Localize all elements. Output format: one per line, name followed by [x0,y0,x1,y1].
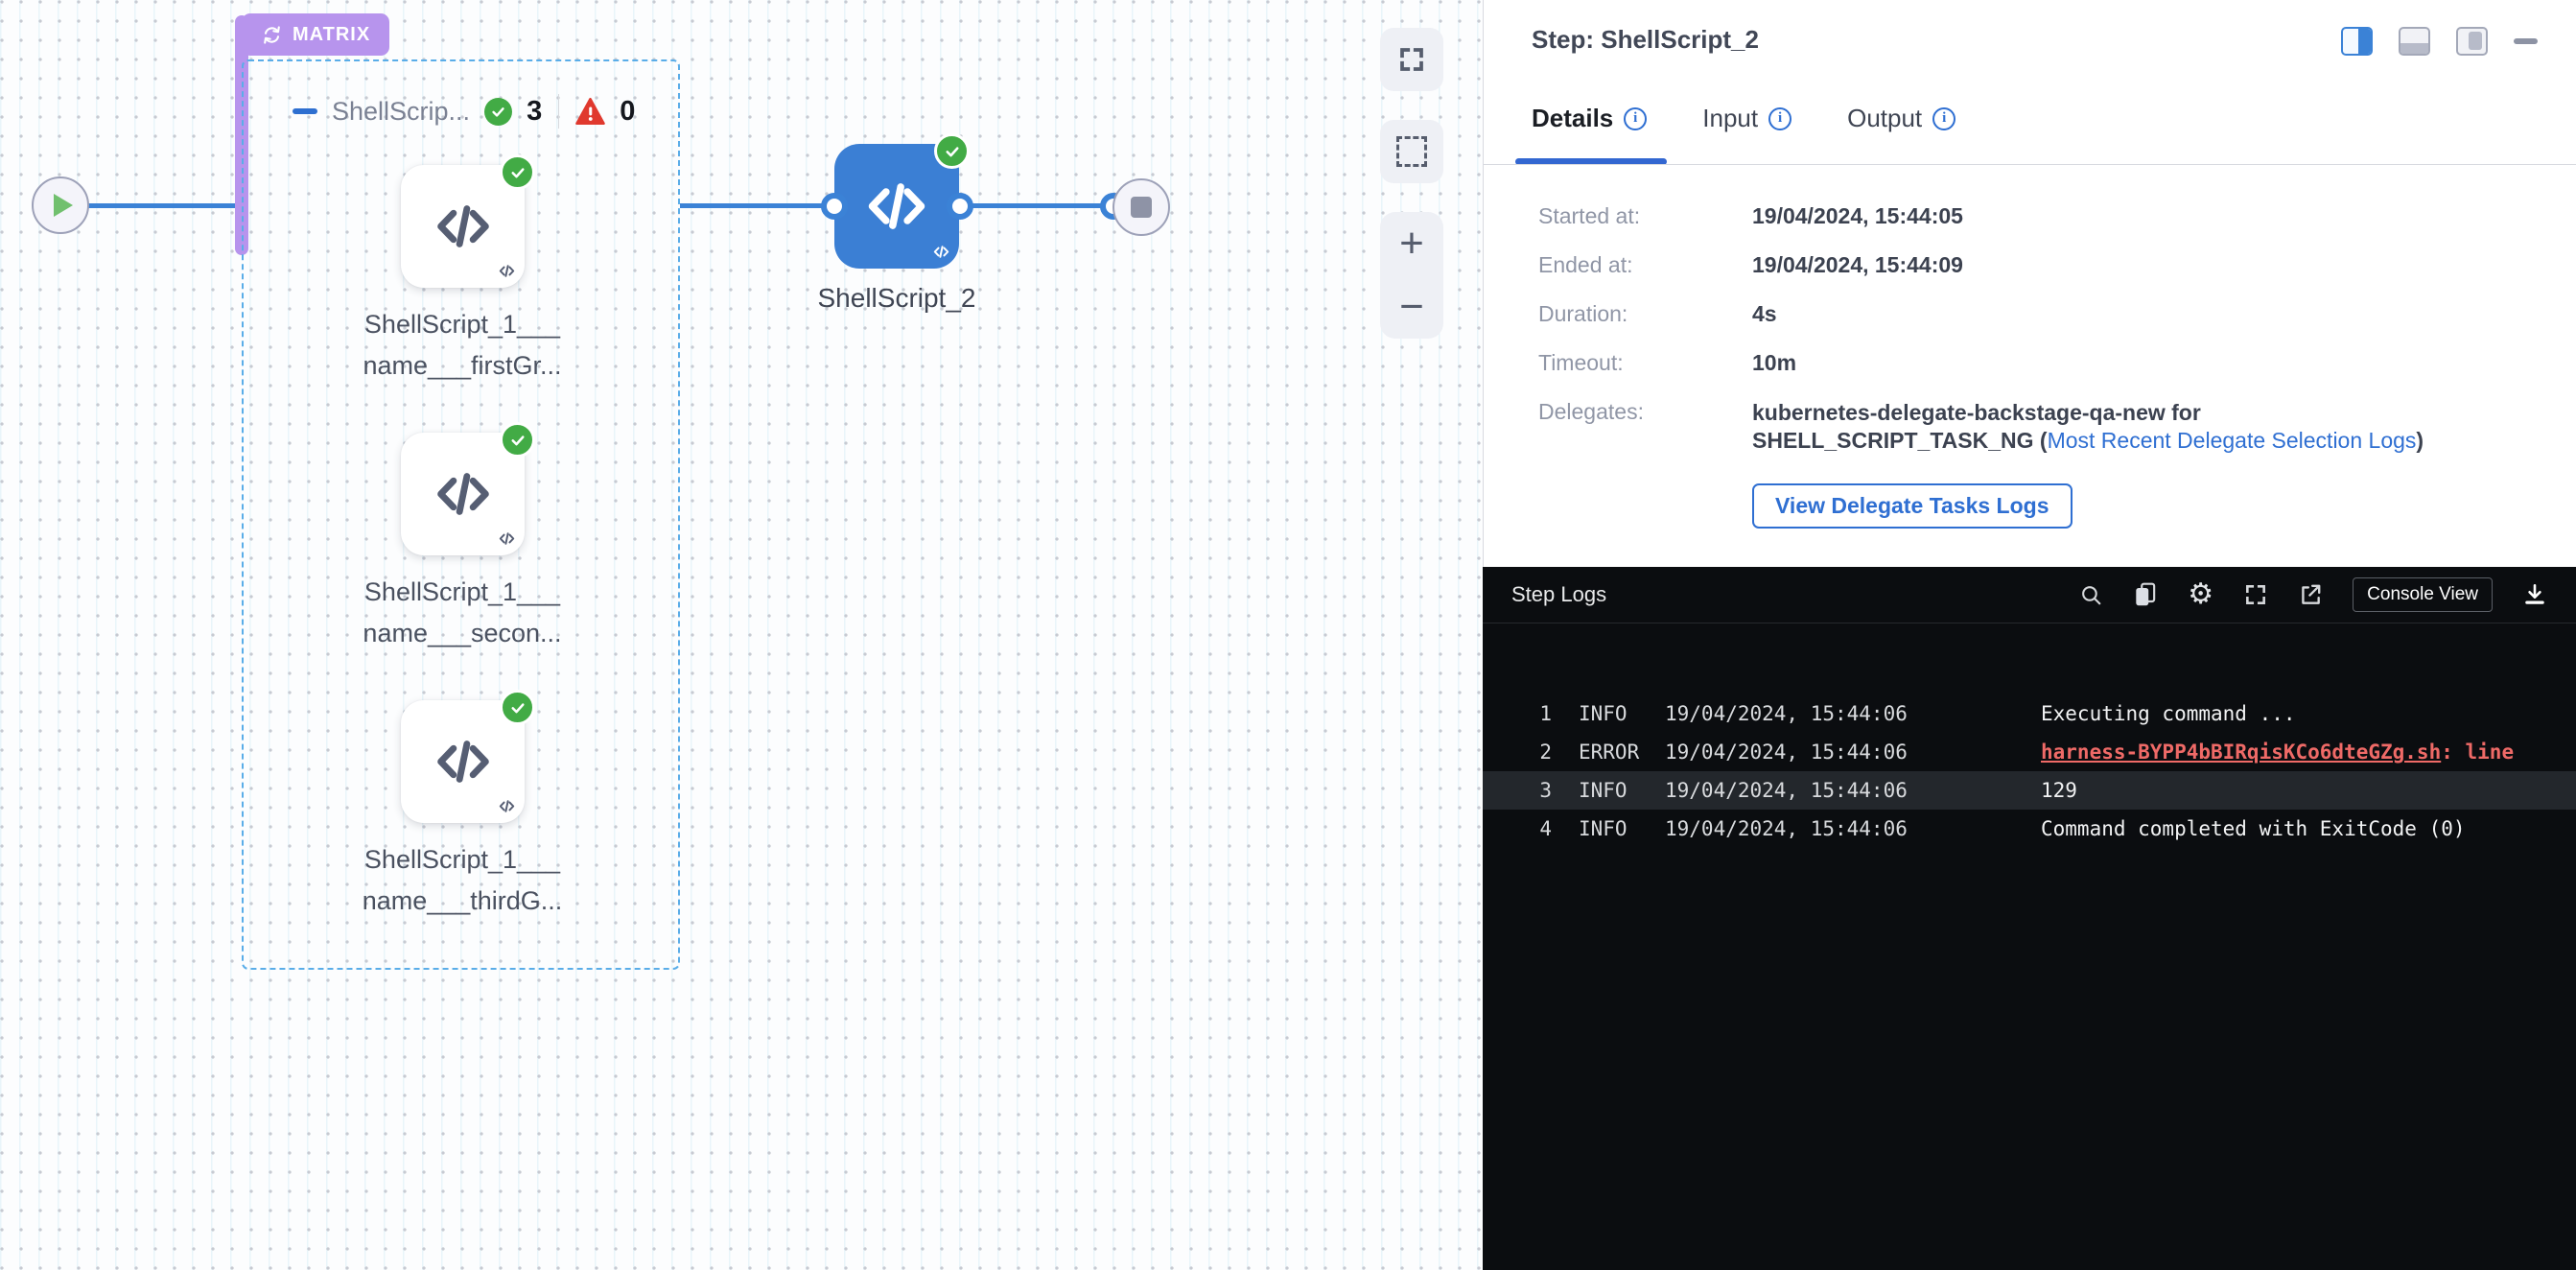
step-logs-console: Step Logs [1483,567,2576,1270]
copy-logs-button[interactable] [2133,581,2158,608]
matrix-tag-label: MATRIX [293,24,370,46]
code-icon [862,172,931,241]
node-success-icon [500,154,535,190]
node-success-icon [500,690,535,725]
node-success-icon [500,422,535,458]
fullscreen-icon [2243,582,2268,607]
expand-logs-button[interactable] [2243,582,2268,607]
panel-layout-controls [2341,27,2538,56]
pipeline-canvas[interactable]: MATRIX ShellScrip... 3 0 [0,0,1483,1270]
shell-script-badge-icon [498,262,516,280]
log-line-3[interactable]: 3 INFO 19/04/2024, 15:44:06 129 [1483,771,2576,810]
detail-row-ended: Ended at: 19/04/2024, 15:44:09 [1538,252,2536,278]
canvas-fullscreen-button[interactable] [1380,28,1443,91]
tab-details[interactable]: Details [1532,104,1647,133]
delegates-value: kubernetes-delegate-backstage-qa-new for… [1752,399,2424,455]
matrix-node-2-label: ShellScript_1___ name___secon... [304,572,621,654]
delegate-selection-logs-link[interactable]: Most Recent Delegate Selection Logs [2048,428,2417,453]
matrix-node-1-label: ShellScript_1___ name___firstGr... [304,304,621,387]
log-line-2[interactable]: 2 ERROR 19/04/2024, 15:44:06 harness-BYP… [1483,733,2576,771]
detail-row-duration: Duration: 4s [1538,301,2536,327]
edge-step-to-end [959,203,1112,208]
shell-script-badge-icon [498,529,516,548]
pipeline-execution-view: MATRIX ShellScrip... 3 0 [0,0,2576,1270]
step-panel-title: Step: ShellScript_2 [1532,25,1759,55]
code-icon [432,195,495,258]
log-lines[interactable]: 1 INFO 19/04/2024, 15:44:06 Executing co… [1483,623,2576,848]
connector-dot[interactable] [947,193,973,220]
matrix-group-header: ShellScrip... 3 0 [293,92,635,130]
stop-icon [1131,197,1152,218]
zoom-out-button[interactable]: − [1380,275,1443,339]
canvas-zoom-control: + − [1380,212,1443,339]
fullscreen-icon [1397,45,1426,74]
matrix-node-2[interactable] [401,433,525,555]
download-icon [2522,582,2547,607]
step-logs-title: Step Logs [1511,582,1606,607]
pipeline-end-node[interactable] [1112,178,1170,236]
log-toolbar: Console View [2079,577,2547,612]
shellscript-2-label: ShellScript_2 [738,283,1055,314]
info-icon[interactable] [1624,107,1647,130]
success-badge-icon [484,98,512,126]
tab-output[interactable]: Output [1847,104,1955,133]
step-logs-header: Step Logs [1483,567,2576,623]
node-success-icon [934,133,970,169]
code-icon [432,462,495,526]
bottom-view-button[interactable] [2399,27,2430,56]
log-settings-button[interactable] [2188,580,2213,609]
canvas-select-button[interactable] [1380,120,1443,183]
error-script-link[interactable]: harness-BYPP4bBIRqisKCo6dteGZg.sh [2041,741,2441,764]
log-line-1[interactable]: 1 INFO 19/04/2024, 15:44:06 Executing co… [1483,694,2576,733]
floating-view-button[interactable] [2456,27,2488,56]
warning-triangle-icon [575,98,605,125]
edge-matrix-to-step [680,203,834,208]
success-count: 3 [527,96,542,128]
shell-script-badge-icon [498,797,516,815]
search-logs-button[interactable] [2079,583,2103,607]
connector-dot[interactable] [821,193,848,220]
info-icon[interactable] [1768,107,1791,130]
matrix-node-3-label: ShellScript_1___ name___thirdG... [304,839,621,922]
download-logs-button[interactable] [2522,582,2547,607]
detail-row-delegates: Delegates: kubernetes-delegate-backstage… [1538,399,2536,455]
step-tabs: Details Input Output [1532,104,1955,133]
gear-icon [2188,580,2213,609]
detail-row-timeout: Timeout: 10m [1538,350,2536,376]
copy-icon [2133,581,2158,608]
tab-input[interactable]: Input [1702,104,1791,133]
external-link-icon [2298,582,2323,607]
failed-count: 0 [620,96,635,128]
detail-row-started: Started at: 19/04/2024, 15:44:05 [1538,203,2536,229]
marquee-selection-icon [1396,136,1427,167]
step-details-content: Started at: 19/04/2024, 15:44:05 Ended a… [1538,203,2536,529]
tab-bar-border [1484,164,2576,165]
open-logs-new-tab-button[interactable] [2298,582,2323,607]
loop-icon [261,24,283,46]
minimize-panel-button[interactable] [2514,38,2538,44]
matrix-group-tag[interactable]: MATRIX [242,13,389,56]
zoom-in-button[interactable]: + [1380,212,1443,275]
matrix-group-title: ShellScrip... [332,97,470,127]
shell-script-badge-icon [932,243,950,261]
code-icon [432,730,495,793]
search-icon [2079,583,2103,607]
pipeline-start-node[interactable] [32,176,89,234]
split-view-button[interactable] [2341,27,2373,56]
header-divider [558,94,559,129]
info-icon[interactable] [1932,107,1955,130]
edge-start-to-matrix [88,203,244,208]
log-line-4[interactable]: 4 INFO 19/04/2024, 15:44:06 Command comp… [1483,810,2576,848]
view-delegate-tasks-logs-button[interactable]: View Delegate Tasks Logs [1752,483,2073,529]
console-view-button[interactable]: Console View [2353,577,2493,612]
matrix-node-3[interactable] [401,700,525,823]
play-icon [54,194,73,217]
shellscript-2-node[interactable] [834,144,959,269]
matrix-node-1[interactable] [401,165,525,288]
collapse-group-button[interactable] [293,108,317,114]
